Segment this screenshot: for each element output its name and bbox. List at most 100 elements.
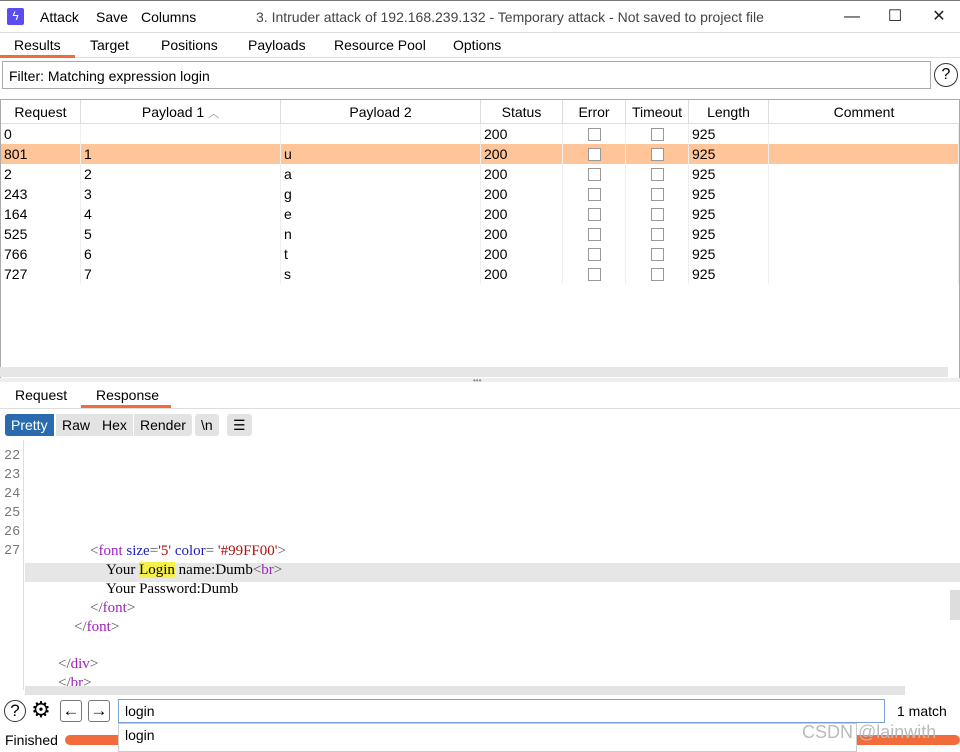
timeout-checkbox[interactable] [650,128,664,141]
column-length[interactable]: Length [689,100,769,124]
maximize-button[interactable]: ☐ [880,5,910,29]
table-row[interactable]: 525 5 n 200 925 [1,224,959,244]
cell-p2: g [281,184,481,204]
tag-name: font [98,543,123,559]
cell-error [563,124,626,144]
code-line: <font size='5' color= '#99FF00'> [90,543,286,560]
timeout-checkbox[interactable] [650,168,664,181]
punct: </ [90,600,103,616]
tab-target[interactable]: Target [90,37,129,53]
table-row[interactable]: 766 6 t 200 925 [1,244,959,264]
vertical-scrollbar-thumb[interactable] [950,590,960,620]
cell-status: 200 [481,224,563,244]
column-request[interactable]: Request [1,100,81,124]
newline-toggle-button[interactable]: \n [195,414,219,436]
error-checkbox[interactable] [587,208,601,221]
tag-name: div [70,656,90,672]
cell-comment [769,244,959,264]
view-pretty-button[interactable]: Pretty [5,414,54,436]
help-icon[interactable]: ? [4,700,26,722]
table-row[interactable]: 243 3 g 200 925 [1,184,959,204]
error-checkbox[interactable] [587,148,601,161]
error-checkbox[interactable] [587,248,601,261]
menu-columns[interactable]: Columns [141,9,196,25]
table-row[interactable]: 0 200 925 [1,124,959,144]
cell-p2: e [281,204,481,224]
timeout-checkbox[interactable] [650,268,664,281]
filter-bar[interactable]: Filter: Matching expression login [2,61,931,89]
cell-error [563,244,626,264]
cell-length: 925 [689,184,769,204]
attr-name: color [171,543,206,559]
response-editor[interactable]: 21 22 23 24 25 26 27 <font size='5' colo… [0,440,960,690]
punct: > [110,619,120,635]
menu-save[interactable]: Save [96,9,128,25]
close-button[interactable]: ✕ [924,5,954,29]
error-checkbox[interactable] [587,228,601,241]
view-hex-button[interactable]: Hex [96,414,133,436]
cell-request: 525 [1,224,81,244]
previous-match-button[interactable]: ← [60,700,82,722]
help-icon[interactable]: ? [934,63,958,87]
table-row[interactable]: 727 7 s 200 925 [1,264,959,284]
column-error[interactable]: Error [563,100,626,124]
error-checkbox[interactable] [587,128,601,141]
minimize-button[interactable]: — [837,5,867,29]
timeout-checkbox[interactable] [650,248,664,261]
tab-results[interactable]: Results [14,37,61,53]
code-line: Your Password:Dumb [106,581,239,597]
search-input[interactable]: login [118,699,885,723]
tab-request[interactable]: Request [15,387,67,403]
cell-timeout [626,224,689,244]
tab-payloads[interactable]: Payloads [248,37,306,53]
error-checkbox[interactable] [587,168,601,181]
cell-error [563,224,626,244]
cell-comment [769,124,959,144]
tab-resource-pool[interactable]: Resource Pool [334,37,426,53]
view-raw-button[interactable]: Raw [56,414,97,436]
menu-icon[interactable]: ☰ [227,414,252,436]
cell-length: 925 [689,144,769,164]
view-render-button[interactable]: Render [134,414,192,436]
cell-p1: 1 [81,144,281,164]
text: Your [106,562,140,578]
punct: > [126,600,136,616]
active-tab-indicator [0,55,75,58]
punct: </ [58,656,71,672]
cell-comment [769,204,959,224]
burp-logo-icon: ϟ [7,8,24,25]
table-row[interactable]: 2 2 a 200 925 [1,164,959,184]
column-timeout[interactable]: Timeout [626,100,689,124]
horizontal-scrollbar[interactable] [25,686,905,695]
tab-response[interactable]: Response [96,387,159,403]
column-payload-1[interactable]: Payload 1 ︿ [81,100,281,124]
table-row[interactable]: 164 4 e 200 925 [1,204,959,224]
cell-timeout [626,204,689,224]
tab-options[interactable]: Options [453,37,501,53]
cell-p1: 7 [81,264,281,284]
next-match-button[interactable]: → [88,700,110,722]
tab-positions[interactable]: Positions [161,37,218,53]
table-row[interactable]: 801 1 u 200 925 [1,144,959,164]
cell-request: 0 [1,124,81,144]
column-comment[interactable]: Comment [769,100,959,124]
cell-p1: 4 [81,204,281,224]
cell-p1: 3 [81,184,281,204]
cell-request: 2 [1,164,81,184]
results-table: Request Payload 1 ︿ Payload 2 Status Err… [0,99,960,379]
error-checkbox[interactable] [587,188,601,201]
line-number: 22 [4,449,21,464]
timeout-checkbox[interactable] [650,148,664,161]
column-payload-2[interactable]: Payload 2 [281,100,481,124]
column-status[interactable]: Status [481,100,563,124]
menu-attack[interactable]: Attack [40,9,79,25]
cell-error [563,144,626,164]
error-checkbox[interactable] [587,268,601,281]
timeout-checkbox[interactable] [650,228,664,241]
cell-p1: 2 [81,164,281,184]
search-suggestion-item[interactable]: login [118,723,857,752]
timeout-checkbox[interactable] [650,188,664,201]
gear-icon[interactable]: ⚙ [30,699,52,722]
main-tabs: Results Target Positions Payloads Resour… [0,32,960,58]
timeout-checkbox[interactable] [650,208,664,221]
